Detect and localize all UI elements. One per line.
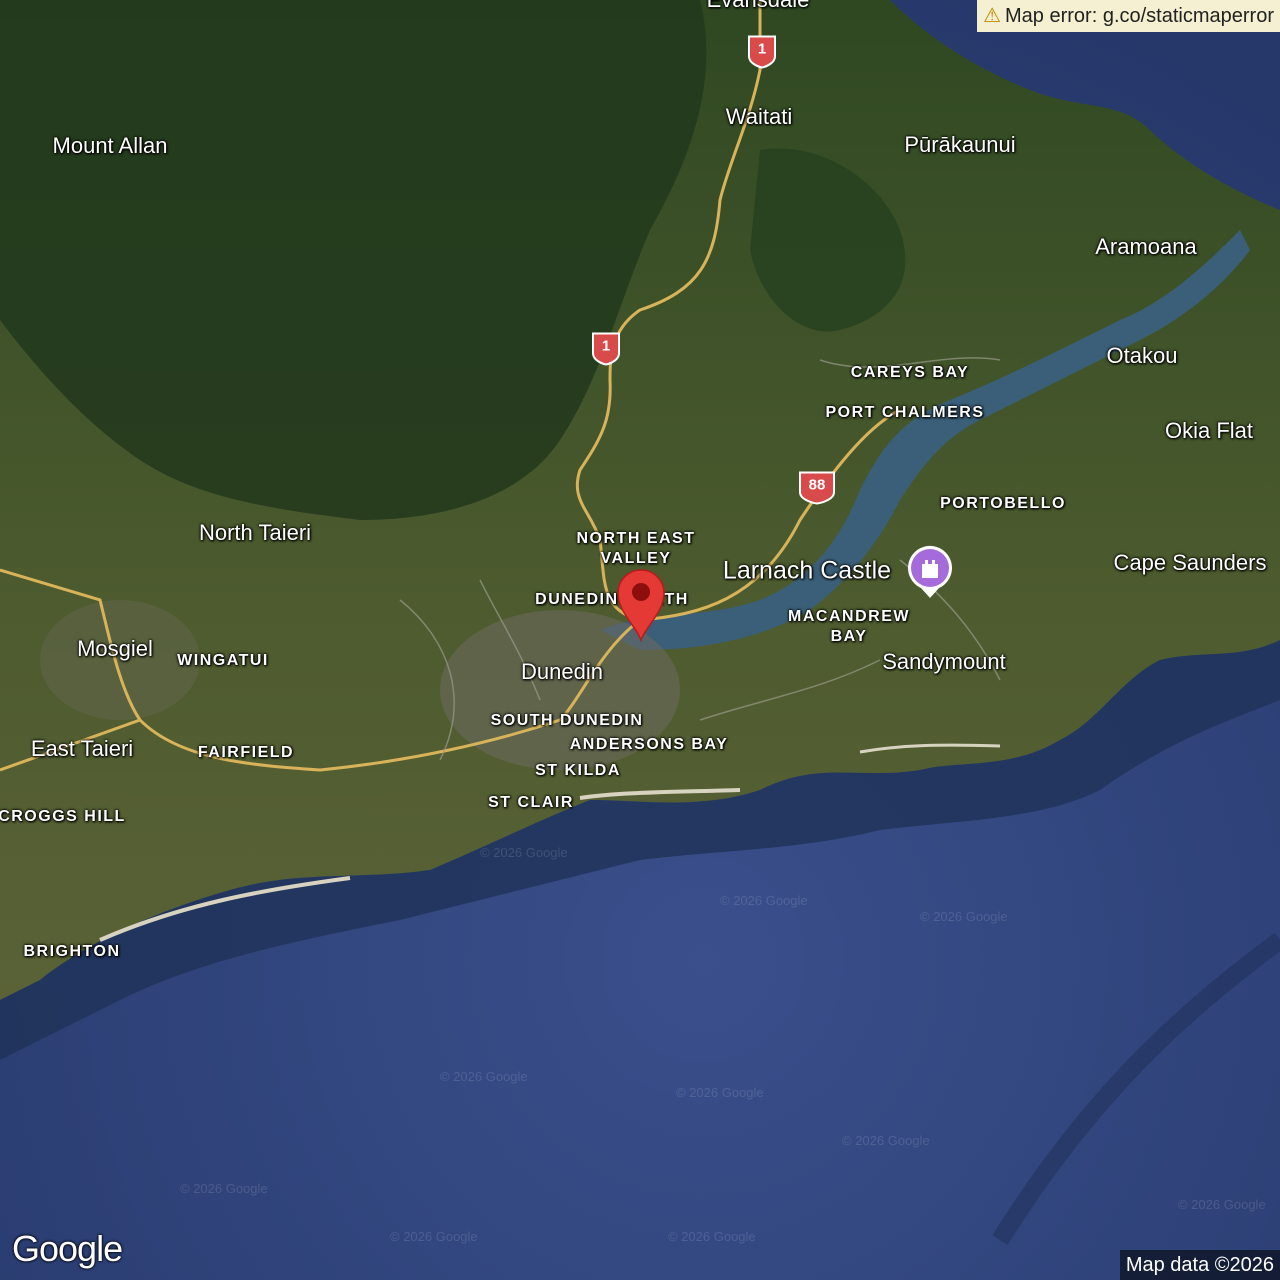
label-portobello: PORTOBELLO	[940, 495, 1066, 512]
label-waitati: Waitati	[725, 104, 793, 129]
label-larnach-castle[interactable]: Larnach Castle	[723, 557, 891, 586]
label-dunedin: Dunedin	[521, 659, 603, 684]
watermark: © 2026 Google	[676, 1085, 764, 1100]
label-macandrew-bay: MACANDREW BAY	[788, 608, 910, 645]
label-north-taieri: North Taieri	[198, 520, 312, 545]
label-brighton: BRIGHTON	[23, 943, 121, 960]
map-view[interactable]: © 2026 Google © 2026 Google © 2026 Googl…	[0, 0, 1280, 1280]
label-mosgiel: Mosgiel	[77, 636, 153, 661]
label-cape-saunders: Cape Saunders	[1113, 550, 1267, 575]
google-logo: Google	[12, 1228, 123, 1269]
watermark: © 2026 Google	[668, 1229, 756, 1244]
label-east-taieri: East Taieri	[30, 736, 134, 761]
label-wingatui: WINGATUI	[177, 652, 269, 669]
watermark: © 2026 Google	[180, 1181, 268, 1196]
label-south-dunedin: SOUTH DUNEDIN	[490, 712, 644, 729]
watermark: © 2026 Google	[920, 909, 1008, 924]
label-port-chalmers: PORT CHALMERS	[825, 404, 985, 421]
location-marker-icon[interactable]	[614, 566, 668, 642]
route-1-shield: 1	[747, 35, 777, 74]
watermark: © 2026 Google	[842, 1133, 930, 1148]
label-north-east-valley: NORTH EAST VALLEY	[576, 530, 696, 567]
label-top-cut: Evansdale	[707, 0, 810, 13]
label-careys-bay: CAREYS BAY	[850, 364, 970, 381]
label-okia-flat: Okia Flat	[1164, 418, 1254, 443]
watermark: © 2026 Google	[390, 1229, 478, 1244]
label-st-kilda: ST KILDA	[535, 762, 621, 779]
label-otakou: Otakou	[1106, 343, 1178, 368]
label-st-clair: ST CLAIR	[488, 794, 574, 811]
route-88-shield: 88	[798, 471, 836, 510]
label-purakaunui: Pūrākaunui	[904, 132, 1016, 157]
map-error-banner[interactable]: ⚠ Map error: g.co/staticmaperror	[977, 0, 1280, 32]
castle-icon[interactable]	[905, 544, 955, 600]
watermark: © 2026 Google	[440, 1069, 528, 1084]
label-croggs-hill: CROGGS HILL	[0, 808, 126, 825]
watermark: © 2026 Google	[720, 893, 808, 908]
watermark: © 2026 Google	[480, 845, 568, 860]
warning-icon: ⚠	[983, 5, 1002, 27]
label-andersons-bay: ANDERSONS BAY	[569, 736, 729, 753]
label-sandymount: Sandymount	[882, 649, 1006, 674]
watermark: © 2026 Google	[1178, 1197, 1266, 1212]
label-aramoana: Aramoana	[1095, 234, 1197, 259]
route-1-shield: 1	[591, 332, 621, 371]
map-attribution: Map data ©2026	[1119, 1250, 1280, 1280]
label-fairfield: FAIRFIELD	[197, 744, 295, 761]
label-mount-allan: Mount Allan	[52, 133, 168, 158]
